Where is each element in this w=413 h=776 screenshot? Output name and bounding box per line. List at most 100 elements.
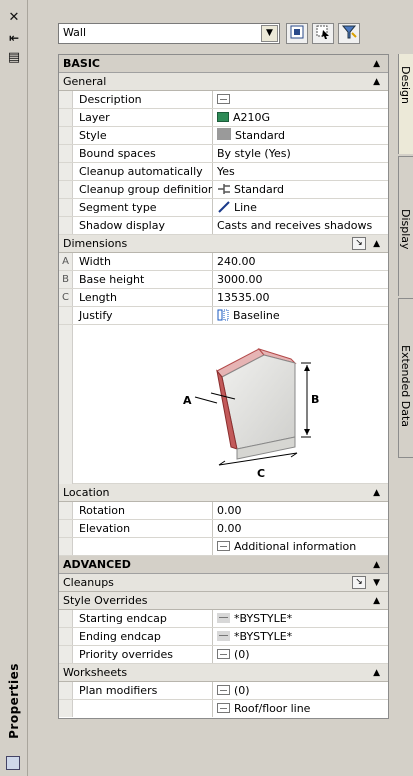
chevron-down-icon[interactable]: ▼	[261, 25, 278, 42]
worksheet-icon[interactable]	[217, 94, 230, 104]
property-row-shadow-display[interactable]: Shadow display Casts and receives shadow…	[59, 217, 388, 235]
row-index	[59, 127, 73, 144]
collapse-icon[interactable]: ▲	[373, 73, 380, 91]
property-row-layer[interactable]: Layer A210G	[59, 109, 388, 127]
edit-cleanups-icon[interactable]: ↘	[352, 576, 366, 589]
layer-color-swatch	[217, 112, 229, 122]
property-value[interactable]: 3000.00	[214, 271, 389, 288]
property-row-ending-endcap[interactable]: Ending endcap *BYSTYLE*	[59, 628, 388, 646]
toggle-pickadd-button[interactable]	[286, 23, 308, 44]
category-worksheets[interactable]: Worksheets ▲	[59, 664, 388, 682]
property-value[interactable]: *BYSTYLE*	[214, 610, 389, 627]
property-label: Priority overrides	[73, 646, 213, 663]
property-row-priority-overrides[interactable]: Priority overrides (0)	[59, 646, 388, 664]
tab-display[interactable]: Display	[398, 156, 413, 296]
section-advanced[interactable]: ADVANCED ▲	[59, 556, 388, 574]
property-label: Length	[73, 289, 213, 306]
row-index	[59, 682, 73, 699]
property-row-elevation[interactable]: Elevation 0.00	[59, 520, 388, 538]
collapse-icon[interactable]: ▲	[373, 664, 380, 682]
property-label: Segment type	[73, 199, 213, 216]
property-value[interactable]: (0)	[214, 682, 389, 699]
property-row-segment-type[interactable]: Segment type Line	[59, 199, 388, 217]
collapse-icon[interactable]: ▲	[373, 592, 380, 610]
property-label: Rotation	[73, 502, 213, 519]
auto-hide-icon[interactable]: ⇤	[5, 30, 23, 46]
property-row-cleanup-group[interactable]: Cleanup group definition Standard	[59, 181, 388, 199]
property-value[interactable]: 240.00	[214, 253, 389, 270]
property-value[interactable]: 0.00	[214, 502, 389, 519]
property-value[interactable]	[214, 91, 389, 108]
property-value[interactable]: Roof/floor line	[214, 700, 389, 717]
worksheet-icon[interactable]	[217, 685, 230, 695]
property-value[interactable]: 13535.00	[214, 289, 389, 306]
category-worksheets-title: Worksheets	[63, 666, 128, 679]
cursor-select-icon	[316, 25, 329, 39]
property-value[interactable]: Yes	[214, 163, 389, 180]
category-dimensions[interactable]: Dimensions ↘ ▲	[59, 235, 388, 253]
row-index	[59, 91, 73, 108]
property-row-length[interactable]: C Length 13535.00	[59, 289, 388, 307]
property-value[interactable]: Baseline	[214, 307, 389, 324]
collapse-icon[interactable]: ▲	[373, 556, 380, 574]
endcap-icon	[217, 613, 230, 623]
property-label: Justify	[73, 307, 213, 324]
filter-icon	[341, 25, 357, 39]
property-value[interactable]: Casts and receives shadows	[214, 217, 389, 234]
category-cleanups[interactable]: Cleanups ↘ ▼	[59, 574, 388, 592]
property-value-text: (0)	[234, 648, 250, 661]
category-general[interactable]: General ▲	[59, 73, 388, 91]
property-value[interactable]: Additional information	[214, 538, 389, 555]
edit-dimensions-icon[interactable]: ↘	[352, 237, 366, 250]
row-index	[59, 700, 73, 717]
property-value[interactable]: *BYSTYLE*	[214, 628, 389, 645]
property-value[interactable]: (0)	[214, 646, 389, 663]
property-label: Bound spaces	[73, 145, 213, 162]
property-value[interactable]: By style (Yes)	[214, 145, 389, 162]
property-row-description[interactable]: Description	[59, 91, 388, 109]
property-value[interactable]: Standard	[214, 181, 389, 198]
property-row-additional-info[interactable]: Additional information	[59, 538, 388, 556]
properties-menu-icon[interactable]: ▤	[5, 50, 23, 66]
property-row-roof-floor-line[interactable]: Roof/floor line	[59, 700, 388, 718]
cleanup-group-icon	[218, 184, 230, 194]
object-type-select[interactable]: Wall ▼	[58, 23, 280, 44]
property-row-base-height[interactable]: B Base height 3000.00	[59, 271, 388, 289]
row-index	[59, 181, 73, 198]
close-icon[interactable]: ✕	[5, 10, 23, 26]
select-objects-button[interactable]	[312, 23, 334, 44]
worksheet-icon[interactable]	[217, 541, 230, 551]
property-row-cleanup-auto[interactable]: Cleanup automatically Yes	[59, 163, 388, 181]
expand-icon[interactable]: ▼	[373, 574, 380, 592]
property-value[interactable]: Line	[214, 199, 389, 216]
property-row-width[interactable]: A Width 240.00	[59, 253, 388, 271]
property-row-plan-modifiers[interactable]: Plan modifiers (0)	[59, 682, 388, 700]
property-row-justify[interactable]: Justify Baseline	[59, 307, 388, 325]
row-index	[59, 628, 73, 645]
property-row-starting-endcap[interactable]: Starting endcap *BYSTYLE*	[59, 610, 388, 628]
property-value-text: Roof/floor line	[234, 702, 311, 715]
property-value[interactable]: Standard	[214, 127, 389, 144]
property-value-text: *BYSTYLE*	[234, 630, 293, 643]
palette-title: Properties	[2, 660, 26, 752]
property-row-style[interactable]: Style Standard	[59, 127, 388, 145]
section-basic[interactable]: BASIC ▲	[59, 55, 388, 73]
tab-extended-data[interactable]: Extended Data	[398, 298, 413, 458]
quick-select-button[interactable]	[338, 23, 360, 44]
property-grid: BASIC ▲ General ▲ Description Layer A210…	[58, 54, 389, 719]
collapse-icon[interactable]: ▲	[373, 55, 380, 73]
category-style-overrides[interactable]: Style Overrides ▲	[59, 592, 388, 610]
endcap-icon	[217, 631, 230, 641]
category-location[interactable]: Location ▲	[59, 484, 388, 502]
collapse-icon[interactable]: ▲	[373, 484, 380, 502]
collapse-icon[interactable]: ▲	[373, 235, 380, 253]
property-label: Cleanup group definition	[73, 181, 213, 198]
worksheet-icon[interactable]	[217, 649, 230, 659]
property-value[interactable]: 0.00	[214, 520, 389, 537]
property-value[interactable]: A210G	[214, 109, 389, 126]
property-row-rotation[interactable]: Rotation 0.00	[59, 502, 388, 520]
worksheet-icon[interactable]	[217, 703, 230, 713]
property-row-bound-spaces[interactable]: Bound spaces By style (Yes)	[59, 145, 388, 163]
tab-design[interactable]: Design	[398, 54, 413, 154]
row-index	[59, 145, 73, 162]
